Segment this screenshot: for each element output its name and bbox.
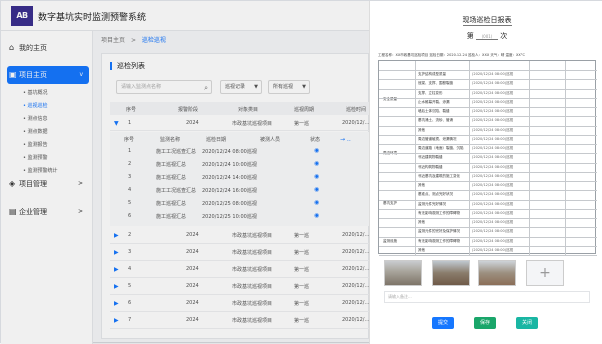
- sheet-row-status[interactable]: (2020/12/24 08:00)巡视: [472, 211, 513, 216]
- sheet-row-status[interactable]: (2020/12/24 08:00)巡视: [472, 192, 513, 197]
- sheet-row-label: 有无影响观测工作的障碍物: [418, 210, 460, 215]
- sheet-row-label: 其他: [418, 220, 425, 225]
- sheet-row-divider: [379, 245, 597, 247]
- remark-input[interactable]: 请输入备注...: [384, 291, 590, 303]
- sheet-row-status[interactable]: (2020/12/24 08:00)巡视: [472, 146, 513, 151]
- sheet-row-status[interactable]: (2020/12/24 08:00)巡视: [472, 155, 513, 160]
- report-sheet: 安全质量 周边环境 基坑支护 监测设施 支护结构成型质量(2020/12/24 …: [378, 60, 597, 256]
- app-window: AB 数字基坑实时监测预警系统 ⌂ 我的主页 ▣ 项目主页 v • 基坑概况 •…: [0, 0, 602, 344]
- sheet-row-status[interactable]: (2020/12/24 08:00)巡视: [472, 81, 513, 86]
- submit-button[interactable]: 提交: [432, 317, 454, 329]
- sheet-row-status[interactable]: (2020/12/24 08:00)巡视: [472, 202, 513, 207]
- sheet-row-divider: [379, 144, 597, 146]
- site-photo[interactable]: [478, 260, 516, 286]
- sheet-row-status[interactable]: (2020/12/24 08:00)巡视: [472, 220, 513, 225]
- sheet-row-label: 冠梁、支撑、围檩裂缝: [418, 81, 453, 86]
- sheet-row-label: 邻近构筑物裂缝: [418, 164, 443, 169]
- close-button[interactable]: 关闭: [516, 317, 538, 329]
- sheet-row-status[interactable]: (2020/12/24 08:00)巡视: [472, 109, 513, 114]
- sheet-row-label: 墙后土体沉陷、裂缝: [418, 109, 450, 114]
- sheet-row-label: 止水帷幕开裂、渗漏: [418, 99, 450, 104]
- sheet-row-label: 其他: [418, 183, 425, 188]
- sheet-row-label: 支护结构成型质量: [418, 72, 446, 77]
- add-photo-button[interactable]: +: [526, 260, 564, 286]
- sheet-row-label: 其他: [418, 127, 425, 132]
- sheet-row-divider: [379, 199, 597, 201]
- report-title: 现场巡检日报表: [370, 15, 602, 26]
- site-photo[interactable]: [432, 260, 470, 286]
- sheet-row-label: 监测元件的完好及保护情况: [418, 229, 460, 234]
- sheet-row-status[interactable]: (2020/12/24 08:00)巡视: [472, 174, 513, 179]
- sheet-row-divider: [379, 162, 597, 164]
- sheet-row-status[interactable]: (2020/12/24 08:00)巡视: [472, 128, 513, 133]
- report-title-text: 现场巡检日报表: [462, 16, 512, 26]
- sheet-row-divider: [379, 88, 597, 90]
- sheet-row-divider: [379, 218, 597, 220]
- sheet-row-label: 基坑涌土、流砂、管涌: [418, 118, 453, 123]
- sheet-col-divider: [469, 61, 470, 255]
- sheet-row-status[interactable]: (2020/12/24 08:00)巡视: [472, 229, 513, 234]
- sheet-row-divider: [379, 171, 597, 173]
- report-meta: 工程名称：XX市政基坑巡检项目 巡检日期：2020.12.24 巡检人：XXX …: [378, 53, 525, 57]
- sheet-row-divider: [379, 208, 597, 210]
- sheet-row-status[interactable]: (2020/12/24 08:00)巡视: [472, 91, 513, 96]
- report-count: 第 (001) 次: [370, 31, 602, 41]
- save-button[interactable]: 保存: [474, 317, 496, 329]
- sheet-row-label: 周边道路（地面）裂缝、沉陷: [418, 146, 464, 151]
- sheet-col-divider: [415, 61, 416, 255]
- sheet-group: 基坑支护: [383, 201, 397, 205]
- sheet-row-status[interactable]: (2020/12/24 08:00)巡视: [472, 118, 513, 123]
- sheet-row-status[interactable]: (2020/12/24 08:00)巡视: [472, 248, 513, 253]
- sheet-row-divider: [379, 236, 597, 238]
- sheet-group: 监测设施: [383, 239, 397, 243]
- sheet-row-divider: [379, 181, 597, 183]
- count-prefix: 第: [466, 32, 474, 40]
- count-suffix: 次: [500, 32, 508, 40]
- sheet-row-label: 其他: [418, 247, 425, 252]
- sheet-row-status[interactable]: (2020/12/24 08:00)巡视: [472, 183, 513, 188]
- sheet-row-label: 有无影响观测工作的障碍物: [418, 238, 460, 243]
- sheet-row-label: 邻近基坑及建筑的施工变化: [418, 173, 460, 178]
- sheet-col-divider: [565, 61, 566, 255]
- sheet-row-status[interactable]: (2020/12/24 08:00)巡视: [472, 137, 513, 142]
- sheet-row-divider: [379, 125, 597, 127]
- sheet-row-status[interactable]: (2020/12/24 08:00)巡视: [472, 239, 513, 244]
- sheet-row-divider: [379, 134, 597, 136]
- sheet-row-status[interactable]: (2020/12/24 08:00)巡视: [472, 165, 513, 170]
- count-value: (001): [476, 34, 498, 40]
- sheet-row-label: 支撑、立柱变形: [418, 90, 443, 95]
- inspection-report-drawer: 现场巡检日报表 第 (001) 次 工程名称：XX市政基坑巡检项目 巡检日期：2…: [369, 1, 602, 344]
- sheet-row-label: 基准点、测点完好状况: [418, 192, 453, 197]
- sheet-col-divider: [529, 61, 530, 255]
- sheet-row-divider: [379, 97, 597, 99]
- sheet-row-label: 邻近建筑物裂缝: [418, 155, 443, 160]
- sheet-row-label: 周边管道破损、泄漏情况: [418, 136, 457, 141]
- sheet-row-status[interactable]: (2020/12/24 08:00)巡视: [472, 100, 513, 105]
- sheet-row-label: 监测元件完好情况: [418, 201, 446, 206]
- site-photo[interactable]: [384, 260, 422, 286]
- sheet-row-divider: [379, 255, 597, 256]
- sheet-row-status[interactable]: (2020/12/24 08:00)巡视: [472, 72, 513, 77]
